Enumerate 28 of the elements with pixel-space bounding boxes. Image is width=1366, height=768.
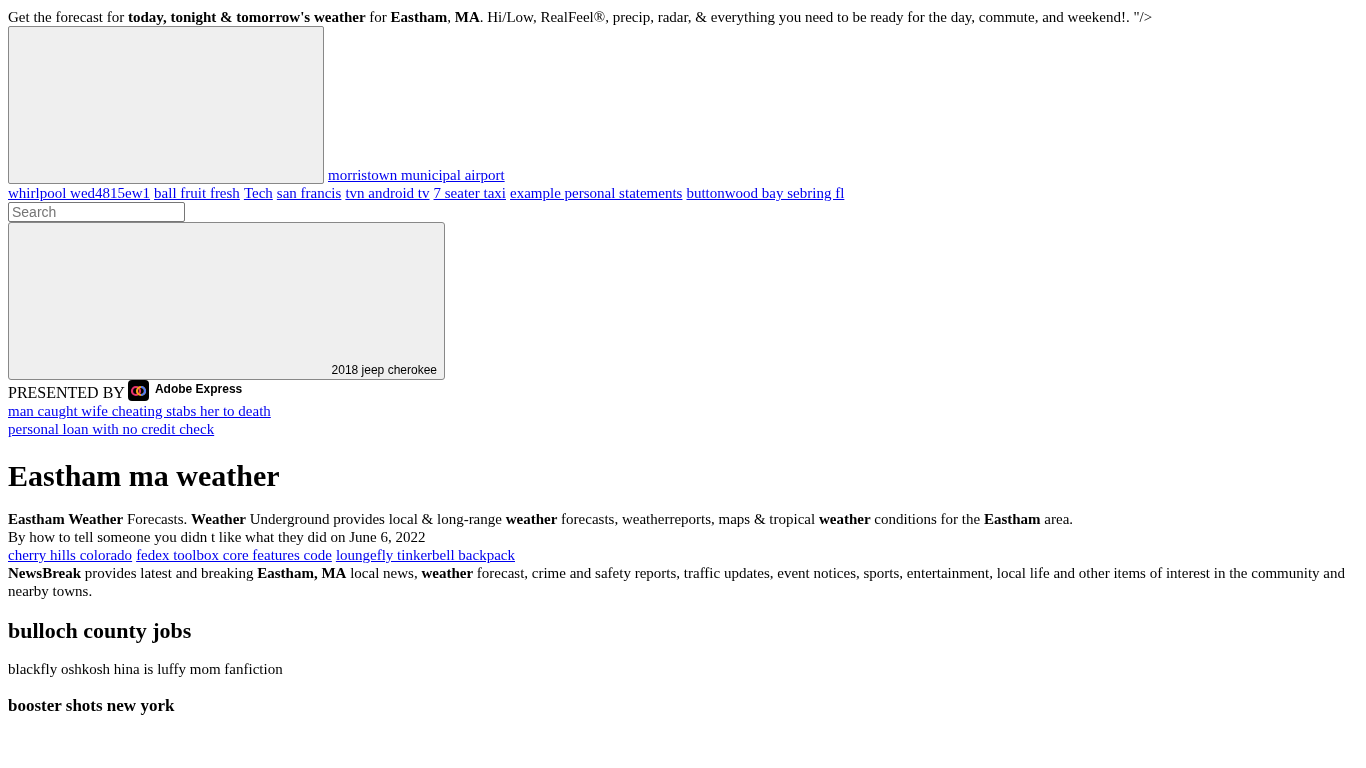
tag-link[interactable]: example personal statements <box>510 184 683 202</box>
page-title: Eastham ma weather <box>8 458 281 494</box>
ad-caption: 2018 jeep cherokee <box>331 363 438 379</box>
loop-logo-icon <box>127 380 149 401</box>
brand-name: Adobe Express <box>154 382 243 396</box>
tag-link[interactable]: tvn android tv <box>345 184 430 202</box>
search-field[interactable]: Search <box>8 202 185 222</box>
intro-paragraph: Eastham Weather Forecasts. Weather Underground provides local & long-range weather forecasts, weatherreports, maps & tropical weather conditions for the Eastham area. <box>8 510 1075 528</box>
paragraph: blackfly oshkosh hina is luffy mom fanfiction <box>8 660 284 678</box>
sponsored-link[interactable]: man caught wife cheating stabs her to death <box>8 403 271 419</box>
related-link[interactable]: cherry hills colorado <box>8 546 133 564</box>
ad-card[interactable]: 2018 jeep cherokee <box>8 222 445 380</box>
presented-by-label: PRESENTED BY <box>8 384 125 402</box>
tag-link[interactable]: buttonwood bay sebring fl <box>686 184 845 202</box>
byline: By how to tell someone you didn t like what they did on June 6, 2022 <box>8 528 427 546</box>
related-link[interactable]: fedex toolbox core features code <box>136 546 332 564</box>
related-link[interactable]: loungefly tinkerbell backpack <box>335 546 515 564</box>
sponsored-link[interactable]: personal loan with no credit check <box>8 421 215 437</box>
tag-link[interactable]: ball fruit fresh <box>154 184 240 202</box>
page-description: Get the forecast for today, tonight & tomorrow's weather for Eastham, MA. Hi/Low, RealFeel®, precip, radar, & everything you need to be ready for the day, commute, and weekend!. "/> <box>8 8 1154 26</box>
tag-link[interactable]: whirlpool wed4815ew1 <box>8 184 151 202</box>
summary-paragraph: NewsBreak provides latest and breaking Eastham, MA local news, weather forecast, crime and safety reports, traffic updates, event notices, sports, entertainment, local life and other items of interest in the community and nearby towns. <box>8 564 1346 600</box>
tag-link[interactable]: 7 seater taxi <box>433 184 506 202</box>
section-heading: bulloch county jobs <box>8 618 193 644</box>
tag-link[interactable]: Tech <box>243 184 273 202</box>
subsection-heading: booster shots new york <box>8 696 176 716</box>
tag-link[interactable]: san francis <box>276 184 342 202</box>
topic-link[interactable]: morristown municipal airport <box>328 166 505 184</box>
